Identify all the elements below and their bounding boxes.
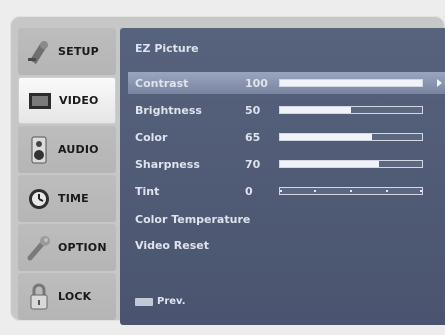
- video-settings-panel: EZ Picture Contrast 100 Brightness 50 Co…: [120, 28, 445, 325]
- menu-item-video[interactable]: VIDEO: [18, 77, 116, 124]
- menu-item-label: AUDIO: [58, 143, 99, 156]
- menu-item-option[interactable]: OPTION: [18, 224, 116, 271]
- setting-label: Color Temperature: [135, 212, 251, 226]
- setting-row-video-reset[interactable]: Video Reset: [128, 234, 445, 256]
- setting-row-brightness[interactable]: Brightness 50: [128, 99, 445, 121]
- setting-label: Color: [135, 130, 168, 144]
- setting-label: Brightness: [135, 103, 202, 117]
- setting-label: Video Reset: [135, 238, 210, 252]
- menu-item-audio[interactable]: AUDIO: [18, 126, 116, 173]
- wrench-icon: [26, 233, 52, 263]
- setting-value: 65: [245, 130, 261, 144]
- padlock-icon: [26, 282, 52, 312]
- screen-icon: [27, 86, 53, 116]
- setting-value: 50: [245, 103, 261, 117]
- menu-item-label: VIDEO: [59, 94, 99, 107]
- menu-item-lock[interactable]: LOCK: [18, 273, 116, 320]
- panel-title: EZ Picture: [135, 42, 199, 55]
- category-sidebar: SETUP VIDEO AUDIO TIME OPTION LOCK: [18, 28, 116, 325]
- sharpness-slider[interactable]: [279, 160, 423, 168]
- footer-hint: Prev.: [135, 296, 186, 307]
- setting-value: 100: [245, 76, 268, 90]
- setting-row-sharpness[interactable]: Sharpness 70: [128, 153, 445, 175]
- tint-slider[interactable]: [279, 187, 423, 195]
- arrow-right-icon: [437, 79, 442, 87]
- setting-row-color-temperature[interactable]: Color Temperature: [128, 208, 445, 230]
- contrast-slider[interactable]: [279, 79, 423, 87]
- setting-row-contrast[interactable]: Contrast 100: [128, 72, 445, 94]
- clock-icon: [26, 184, 52, 214]
- menu-item-time[interactable]: TIME: [18, 175, 116, 222]
- satellite-icon: [26, 37, 52, 67]
- menu-item-label: LOCK: [58, 290, 92, 303]
- setting-value: 0: [245, 184, 253, 198]
- menu-item-label: SETUP: [58, 45, 99, 58]
- menu-item-setup[interactable]: SETUP: [18, 28, 116, 75]
- footer-label: Prev.: [157, 296, 186, 307]
- setting-value: 70: [245, 157, 261, 171]
- menu-item-label: TIME: [58, 192, 89, 205]
- menu-key-icon: [135, 297, 153, 306]
- setting-label: Tint: [135, 184, 160, 198]
- menu-item-label: OPTION: [58, 241, 107, 254]
- speaker-icon: [26, 135, 52, 165]
- setting-row-color[interactable]: Color 65: [128, 126, 445, 148]
- setting-row-tint[interactable]: Tint 0: [128, 180, 445, 202]
- setting-label: Contrast: [135, 76, 189, 90]
- brightness-slider[interactable]: [279, 106, 423, 114]
- color-slider[interactable]: [279, 133, 423, 141]
- setting-label: Sharpness: [135, 157, 200, 171]
